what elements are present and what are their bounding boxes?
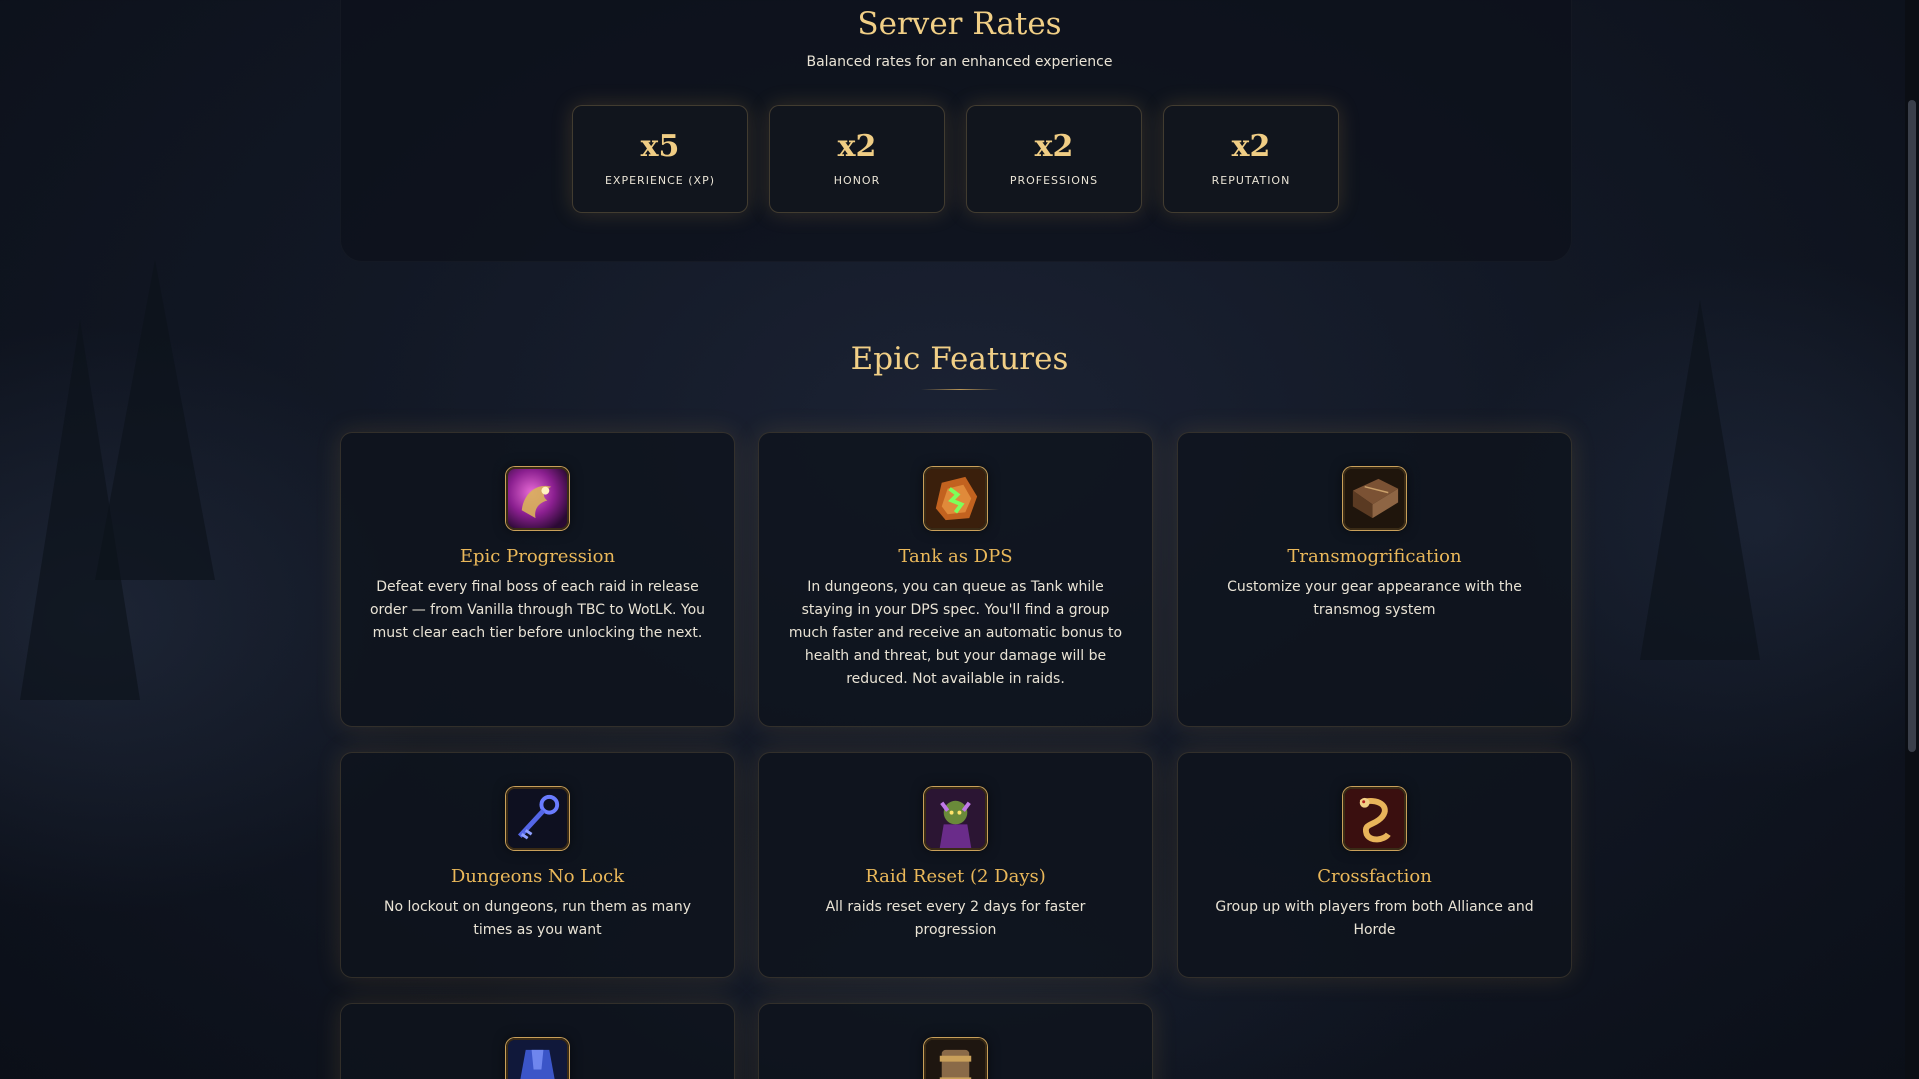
feature-title: Raid Reset (2 Days) [865, 866, 1046, 887]
purple-boss-icon [924, 787, 987, 850]
dragon-orb-icon [506, 467, 569, 530]
rate-card-reputation: x2 REPUTATION [1163, 105, 1339, 213]
features-title: Epic Features [850, 341, 1069, 377]
green-rune-stone-icon [924, 467, 987, 530]
feature-title: Tank as DPS [898, 546, 1013, 567]
feature-title: Dungeons No Lock [450, 866, 625, 887]
key-icon [506, 787, 569, 850]
feature-description: No lockout on dungeons, run them as many… [384, 899, 691, 938]
rate-card-honor: x2 HONOR [769, 105, 945, 213]
feature-card-transmogrification: Transmogrification Customize your gear a… [1177, 432, 1572, 727]
feature-card-dungeons-no-lock: Dungeons No Lock No lockout on dungeons,… [340, 752, 735, 978]
feature-grid: Epic Progression Defeat every final boss… [340, 430, 1572, 1079]
feature-card-partial [758, 1003, 1153, 1079]
rate-cards: x5 EXPERIENCE (XP) x2 HONOR x2 PROFESSIO… [572, 105, 1339, 213]
feature-card-crossfaction: Crossfaction Group up with players from … [1177, 752, 1572, 978]
rate-card-experience: x5 EXPERIENCE (XP) [572, 105, 748, 213]
rate-card-professions: x2 PROFESSIONS [966, 105, 1142, 213]
feature-card-tank-as-dps: Tank as DPS In dungeons, you can queue a… [758, 432, 1153, 727]
scrollbar-track[interactable] [1905, 0, 1919, 1079]
feature-description: In dungeons, you can queue as Tank while… [788, 579, 1123, 687]
feature-card-raid-reset: Raid Reset (2 Days) All raids reset ever… [758, 752, 1153, 978]
background-tree [20, 320, 140, 700]
scroll-case-icon [924, 1038, 987, 1079]
server-rates-subtitle: Balanced rates for an enhanced experienc… [806, 54, 1113, 70]
feature-title: Crossfaction [1317, 866, 1432, 887]
feature-description: Defeat every final boss of each raid in … [369, 579, 706, 641]
scrollbar-thumb[interactable] [1908, 100, 1916, 752]
rate-label: REPUTATION [1211, 173, 1291, 187]
rate-label: HONOR [833, 173, 881, 187]
feature-card-epic-progression: Epic Progression Defeat every final boss… [340, 432, 735, 727]
rate-label: PROFESSIONS [1009, 173, 1099, 187]
title-divider [921, 389, 999, 390]
feature-title: Epic Progression [459, 546, 616, 567]
rate-value: x2 [1231, 128, 1271, 164]
golden-serpent-icon [1343, 787, 1406, 850]
rate-value: x2 [1034, 128, 1074, 164]
rate-label: EXPERIENCE (XP) [604, 173, 715, 187]
blue-robe-icon [506, 1038, 569, 1079]
feature-description: All raids reset every 2 days for faster … [825, 899, 1086, 938]
rate-value: x5 [640, 128, 680, 164]
server-rates-title: Server Rates [857, 6, 1062, 42]
feature-card-partial [340, 1003, 735, 1079]
feature-description: Customize your gear appearance with the … [1227, 579, 1522, 618]
leather-book-icon [1343, 467, 1406, 530]
feature-title: Transmogrification [1287, 546, 1462, 567]
feature-description: Group up with players from both Alliance… [1215, 899, 1534, 938]
rate-value: x2 [837, 128, 877, 164]
